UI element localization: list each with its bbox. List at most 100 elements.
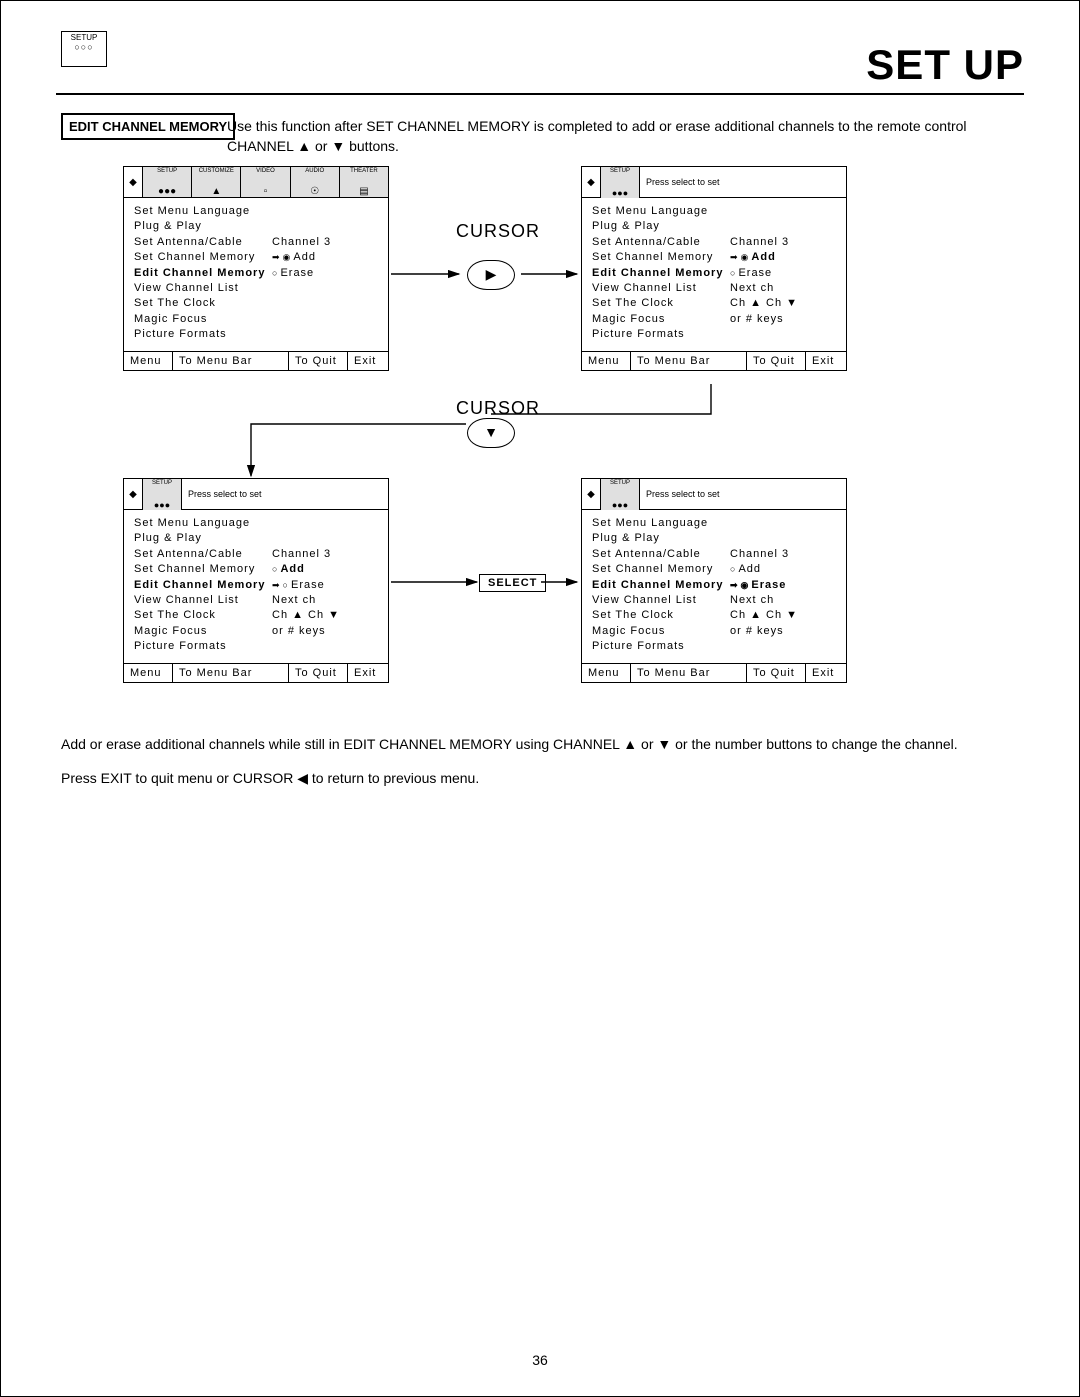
menu-item[interactable]: Set The Clock <box>134 608 272 623</box>
value: Channel 3 <box>272 235 378 250</box>
menu-item[interactable]: Set Antenna/Cable <box>592 235 730 250</box>
menu-screen-1: ◆ SETUP●●● CUSTOMIZE▲ VIDEO▫ AUDIO☉ THEA… <box>123 166 389 371</box>
press-select-hint: Press select to set <box>182 489 262 499</box>
footer-to-menu-bar: To Menu Bar <box>173 664 289 682</box>
footer-menu[interactable]: Menu <box>582 352 631 370</box>
press-select-hint: Press select to set <box>640 489 720 499</box>
menu-item[interactable]: Set Channel Memory <box>592 250 730 265</box>
menu-item-selected[interactable]: Edit Channel Memory <box>134 266 272 281</box>
manual-page: SETUP SET UP EDIT CHANNEL MEMORY Use thi… <box>0 0 1080 1397</box>
menu-gear-icon: ◆ <box>582 167 601 197</box>
cursor-right-button[interactable] <box>467 260 515 290</box>
footer-menu[interactable]: Menu <box>124 352 173 370</box>
hint: Next ch <box>272 593 378 608</box>
hint: or # keys <box>730 624 836 639</box>
menu-item[interactable]: Set Menu Language <box>592 516 730 531</box>
cursor-down-button[interactable] <box>467 418 515 448</box>
menu-item[interactable]: Magic Focus <box>134 312 272 327</box>
menu-item[interactable]: Set Channel Memory <box>134 562 272 577</box>
tab-setup[interactable]: SETUP●●● <box>601 479 640 510</box>
footer-exit[interactable]: Exit <box>806 352 846 370</box>
footer-to-quit: To Quit <box>289 664 348 682</box>
value: Channel 3 <box>730 547 836 562</box>
footer-to-menu-bar: To Menu Bar <box>173 352 289 370</box>
menu-item[interactable]: View Channel List <box>134 593 272 608</box>
instruction-para-2: Press EXIT to quit menu or CURSOR ◀ to r… <box>61 769 1024 789</box>
footer-to-quit: To Quit <box>289 352 348 370</box>
hint: Ch ▲ Ch ▼ <box>730 608 836 623</box>
press-select-hint: Press select to set <box>640 177 720 187</box>
menu-item[interactable]: Picture Formats <box>134 639 272 654</box>
value-erase: Erase <box>738 267 772 279</box>
menu-item[interactable]: Magic Focus <box>134 624 272 639</box>
menu-item[interactable]: Set Menu Language <box>592 204 730 219</box>
value: Channel 3 <box>272 547 378 562</box>
menu-gear-icon: ◆ <box>582 479 601 509</box>
menu-screen-3: ◆ SETUP●●● Press select to set Set Menu … <box>123 478 389 683</box>
hint: or # keys <box>272 624 378 639</box>
menu-item[interactable]: Plug & Play <box>592 531 730 546</box>
menu-item[interactable]: View Channel List <box>134 281 272 296</box>
value-erase: Erase <box>751 579 786 591</box>
tab-audio[interactable]: AUDIO☉ <box>291 167 340 197</box>
tab-video[interactable]: VIDEO▫ <box>241 167 290 197</box>
tab-customize[interactable]: CUSTOMIZE▲ <box>192 167 241 197</box>
lower-instructions: Add or erase additional channels while s… <box>61 721 1024 802</box>
menu-footer: Menu To Menu Bar To Quit Exit <box>582 351 846 370</box>
hint: Ch ▲ Ch ▼ <box>730 296 836 311</box>
footer-to-quit: To Quit <box>747 664 806 682</box>
menu-item-selected[interactable]: Edit Channel Memory <box>592 266 730 281</box>
menu-item-selected[interactable]: Edit Channel Memory <box>592 578 730 593</box>
menu-header: ◆ SETUP●●● Press select to set <box>124 479 388 510</box>
hint: Next ch <box>730 281 836 296</box>
setup-icon: SETUP <box>61 31 107 67</box>
menu-item[interactable]: Set The Clock <box>134 296 272 311</box>
footer-exit[interactable]: Exit <box>348 352 388 370</box>
menu-item[interactable]: Plug & Play <box>134 531 272 546</box>
menu-item[interactable]: Set Antenna/Cable <box>592 547 730 562</box>
menu-item[interactable]: Magic Focus <box>592 312 730 327</box>
menu-item[interactable]: Plug & Play <box>592 219 730 234</box>
menu-item[interactable]: Plug & Play <box>134 219 272 234</box>
menu-item[interactable]: Set The Clock <box>592 608 730 623</box>
tab-setup[interactable]: SETUP●●● <box>601 167 640 198</box>
setup-icon-dots <box>62 43 106 53</box>
cursor-label-right: CURSOR <box>456 221 540 242</box>
menu-gear-icon: ◆ <box>124 167 143 197</box>
menu-header: ◆ SETUP●●● Press select to set <box>582 479 846 510</box>
menu-tab-bar: ◆ SETUP●●● CUSTOMIZE▲ VIDEO▫ AUDIO☉ THEA… <box>124 167 388 198</box>
footer-menu[interactable]: Menu <box>582 664 631 682</box>
menu-item[interactable]: Set Channel Memory <box>592 562 730 577</box>
menu-item[interactable]: Picture Formats <box>592 639 730 654</box>
tab-setup[interactable]: SETUP●●● <box>143 479 182 510</box>
menu-item[interactable]: Set Menu Language <box>134 204 272 219</box>
value-add: Add <box>293 251 316 263</box>
menu-item[interactable]: Magic Focus <box>592 624 730 639</box>
title-rule <box>56 93 1024 95</box>
menu-item[interactable]: Set Antenna/Cable <box>134 547 272 562</box>
select-button[interactable]: SELECT <box>479 574 546 592</box>
value-add: Add <box>751 251 775 263</box>
menu-item-selected[interactable]: Edit Channel Memory <box>134 578 272 593</box>
value-add: Add <box>738 563 761 575</box>
tab-theater[interactable]: THEATER▤ <box>340 167 388 197</box>
menu-item[interactable]: View Channel List <box>592 593 730 608</box>
menu-item[interactable]: Set The Clock <box>592 296 730 311</box>
menu-item[interactable]: Set Channel Memory <box>134 250 272 265</box>
footer-exit[interactable]: Exit <box>806 664 846 682</box>
footer-exit[interactable]: Exit <box>348 664 388 682</box>
menu-item[interactable]: Set Antenna/Cable <box>134 235 272 250</box>
menu-screen-4: ◆ SETUP●●● Press select to set Set Menu … <box>581 478 847 683</box>
footer-menu[interactable]: Menu <box>124 664 173 682</box>
menu-header: ◆ SETUP●●● Press select to set <box>582 167 846 198</box>
cursor-label-down: CURSOR <box>456 398 540 419</box>
menu-item[interactable]: Picture Formats <box>134 327 272 342</box>
menu-screen-2: ◆ SETUP●●● Press select to set Set Menu … <box>581 166 847 371</box>
tab-setup[interactable]: SETUP●●● <box>143 167 192 197</box>
footer-to-menu-bar: To Menu Bar <box>631 664 747 682</box>
menu-item[interactable]: View Channel List <box>592 281 730 296</box>
footer-to-menu-bar: To Menu Bar <box>631 352 747 370</box>
menu-item[interactable]: Picture Formats <box>592 327 730 342</box>
value-erase: Erase <box>280 267 314 279</box>
menu-item[interactable]: Set Menu Language <box>134 516 272 531</box>
